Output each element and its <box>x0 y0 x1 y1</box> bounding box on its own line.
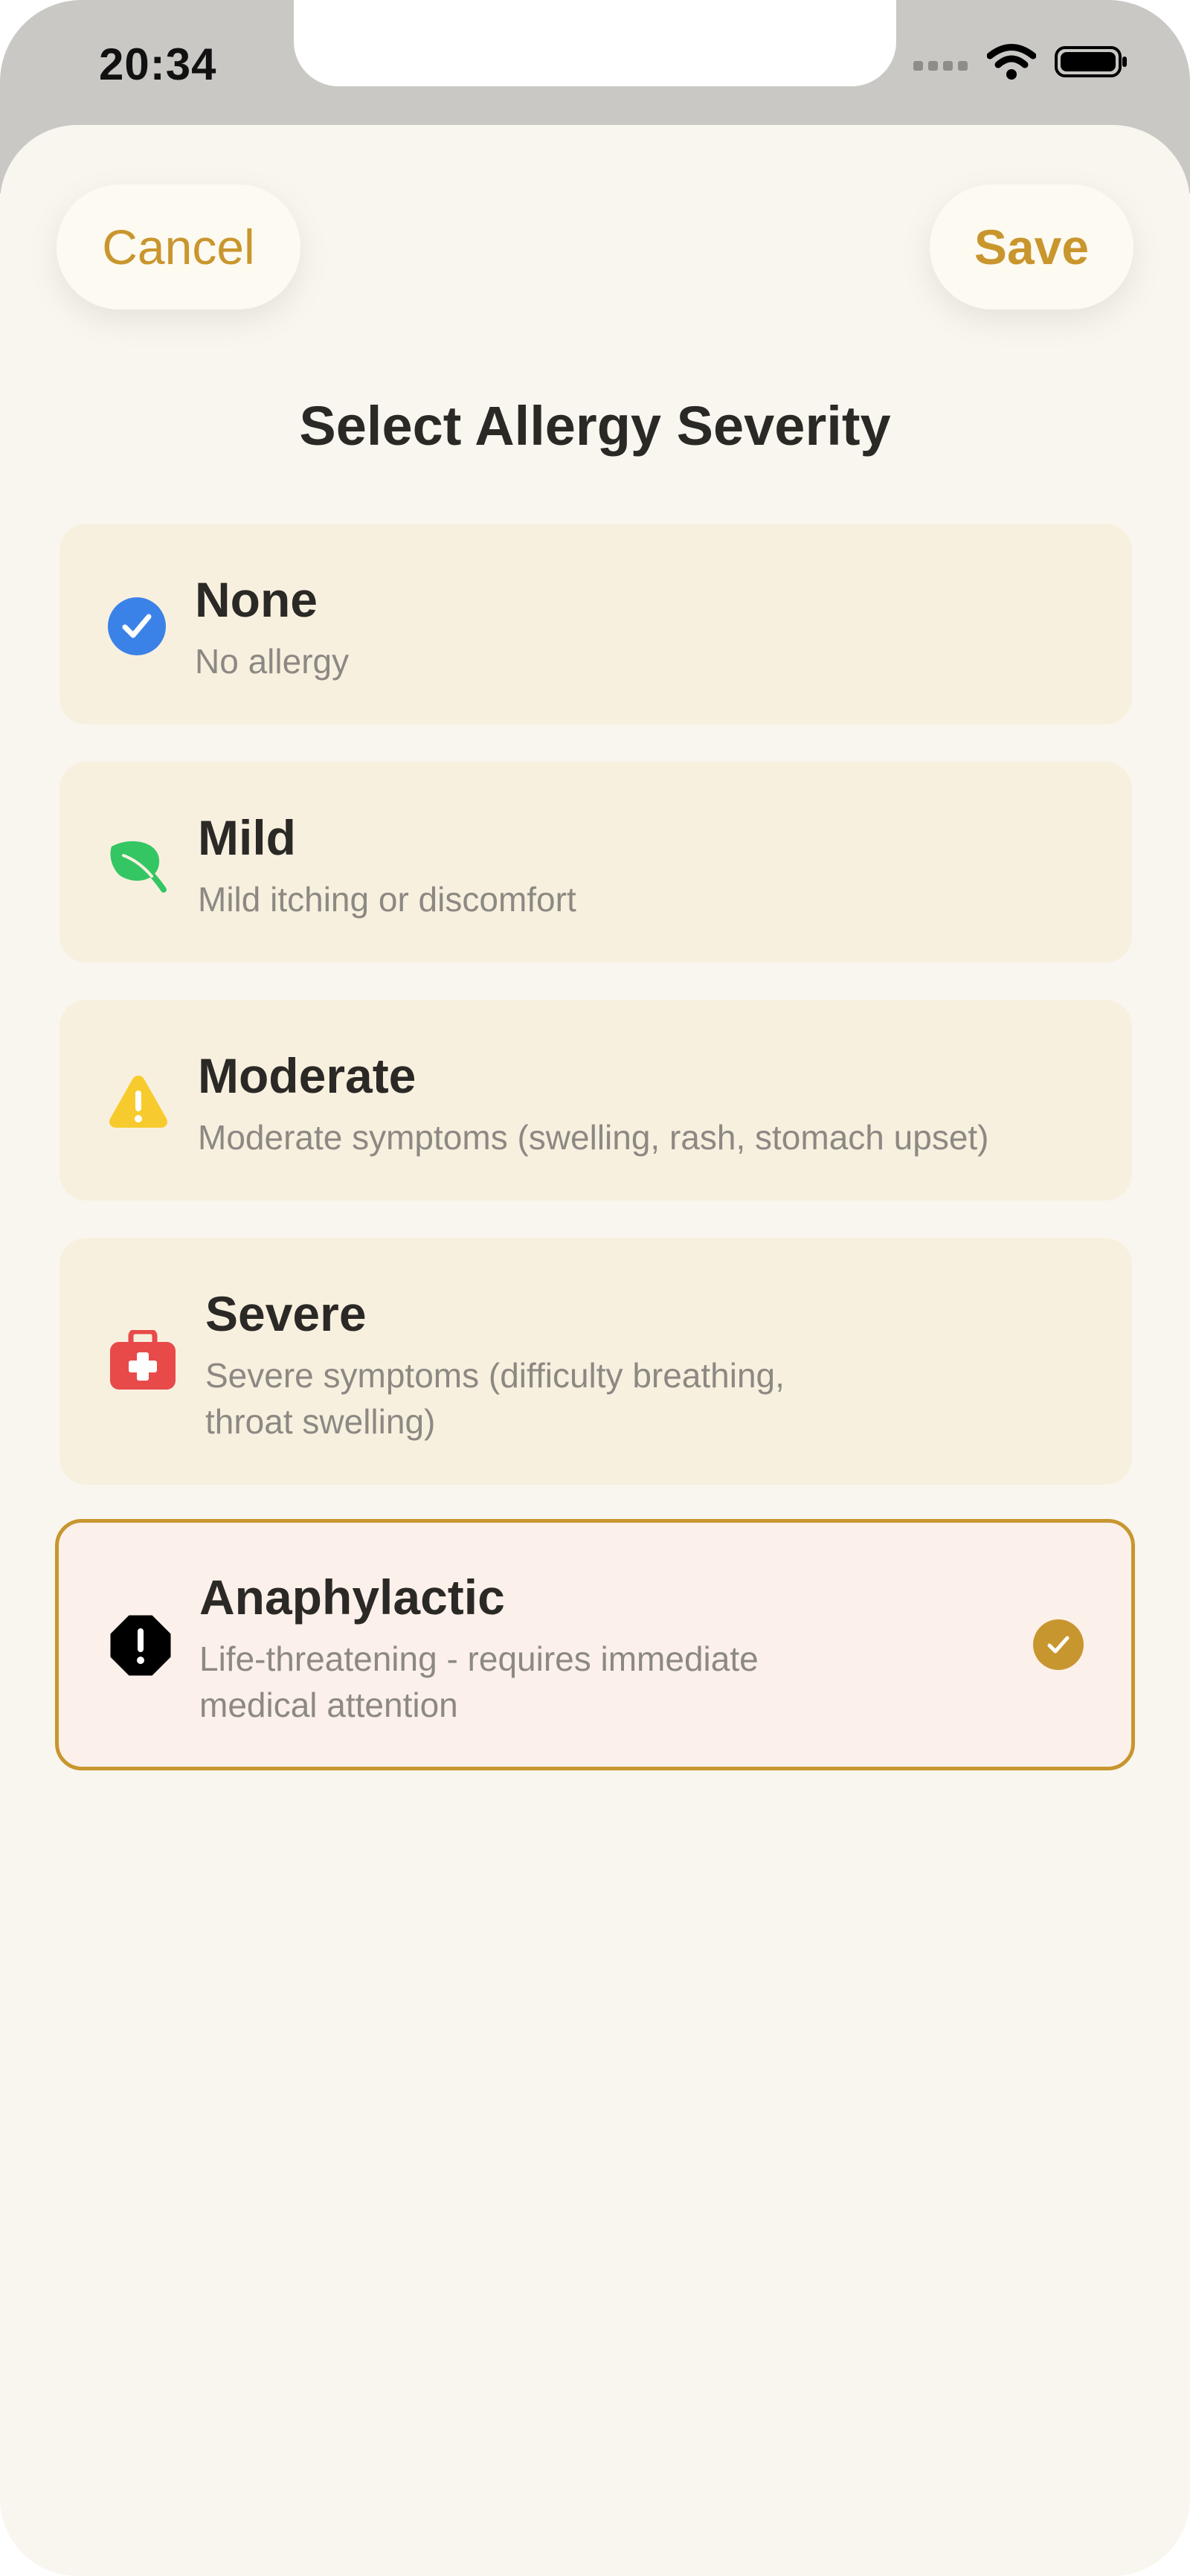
exclamation-octagon-icon <box>110 1615 171 1676</box>
option-description: No allergy <box>195 642 350 681</box>
severity-option-mild[interactable]: Mild Mild itching or discomfort <box>60 762 1132 963</box>
save-button[interactable]: Save <box>930 184 1133 309</box>
battery-icon <box>1055 46 1127 77</box>
severity-option-severe[interactable]: Severe Severe symptoms (difficulty breat… <box>60 1238 1132 1485</box>
option-description-line-1: Severe symptoms (difficulty breathing, <box>205 1356 785 1395</box>
option-title: Moderate <box>198 1048 416 1103</box>
option-description-line-2: throat swelling) <box>205 1402 436 1441</box>
wifi-icon <box>987 44 1036 80</box>
status-time: 20:34 <box>99 39 217 89</box>
option-title: None <box>195 572 318 627</box>
option-title: Mild <box>198 810 296 865</box>
cancel-button[interactable]: Cancel <box>57 184 300 309</box>
severity-option-none[interactable]: None No allergy <box>60 524 1132 725</box>
checkmark-circle-icon <box>107 597 167 656</box>
selected-checkmark-icon <box>1033 1619 1084 1670</box>
severity-option-anaphylactic[interactable]: Anaphylactic Life-threatening - requires… <box>55 1519 1135 1770</box>
option-description: Mild itching or discomfort <box>198 880 576 919</box>
status-icons <box>913 43 1128 80</box>
option-description-line-1: Life-threatening - requires immediate <box>199 1639 759 1678</box>
option-description: Moderate symptoms (swelling, rash, stoma… <box>198 1118 989 1157</box>
leaf-icon <box>107 833 170 896</box>
option-title: Anaphylactic <box>199 1570 505 1625</box>
page-title: Select Allergy Severity <box>299 395 891 457</box>
medical-kit-icon <box>109 1330 177 1391</box>
severity-option-moderate[interactable]: Moderate Moderate symptoms (swelling, ra… <box>60 1000 1132 1201</box>
option-description-line-2: medical attention <box>199 1686 458 1724</box>
warning-triangle-icon <box>107 1071 170 1131</box>
device-notch <box>294 0 896 86</box>
option-title: Severe <box>205 1286 367 1341</box>
signal-icon <box>913 60 968 71</box>
